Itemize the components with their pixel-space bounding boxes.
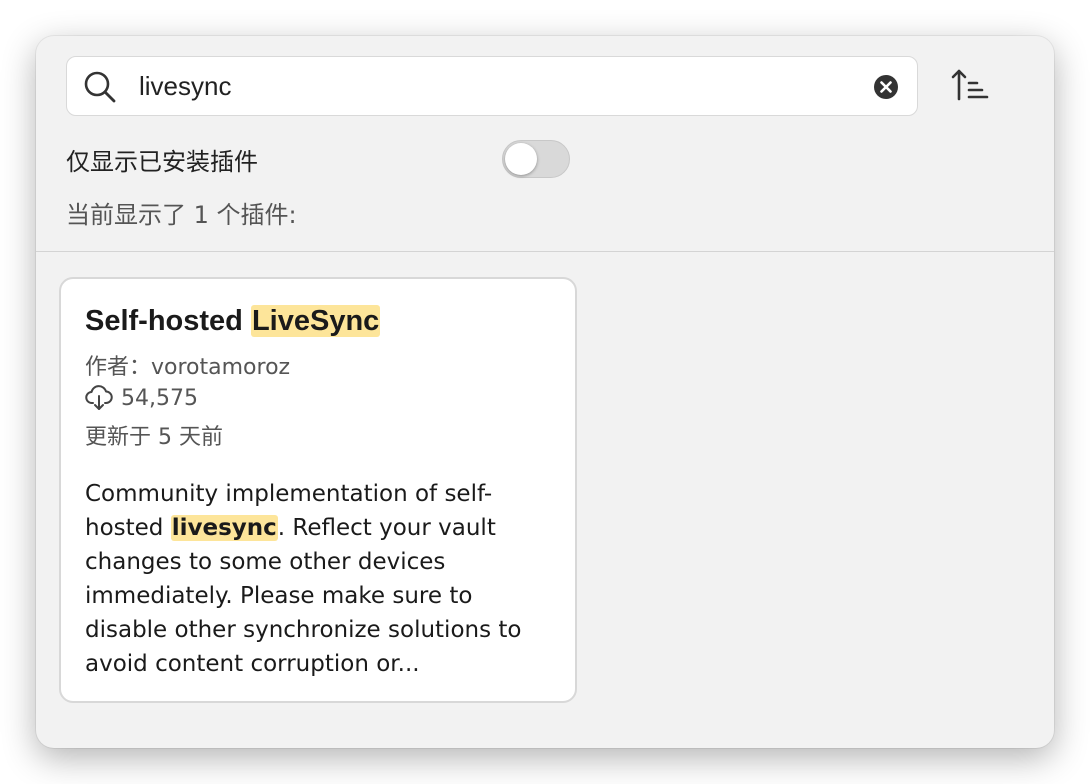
- author-name: vorotamoroz: [151, 355, 291, 380]
- plugin-title: Self-hosted LiveSync: [85, 305, 381, 338]
- plugin-updated: 更新于 5 天前: [85, 425, 223, 450]
- installed-only-label: 仅显示已安装插件: [66, 148, 258, 176]
- plugin-card[interactable]: Self-hosted LiveSync 作者：vorotamoroz 54,5…: [59, 277, 577, 703]
- author-label: 作者：: [85, 355, 152, 380]
- plugin-browser-window: 仅显示已安装插件 当前显示了 1 个插件: Self-hosted LiveSy…: [36, 36, 1054, 748]
- divider: [36, 251, 1054, 252]
- result-count: 当前显示了 1 个插件:: [66, 201, 297, 229]
- search-box[interactable]: [66, 56, 918, 116]
- plugin-downloads: 54,575: [85, 384, 198, 412]
- search-input[interactable]: [139, 69, 839, 103]
- installed-only-toggle[interactable]: [502, 140, 570, 178]
- downloads-count: 54,575: [121, 385, 198, 411]
- sort-ascending-icon[interactable]: [950, 66, 990, 106]
- plugin-author: 作者：vorotamoroz: [85, 349, 290, 381]
- plugin-description: Community implementation of self-hosted …: [85, 477, 555, 681]
- search-icon: [84, 71, 116, 103]
- cloud-download-icon: [85, 385, 113, 410]
- plugin-title-prefix: Self-hosted: [85, 305, 251, 337]
- clear-search-icon[interactable]: [872, 73, 900, 101]
- toggle-knob: [505, 143, 537, 175]
- plugin-title-highlight: LiveSync: [250, 305, 381, 337]
- description-highlight: livesync: [170, 515, 278, 541]
